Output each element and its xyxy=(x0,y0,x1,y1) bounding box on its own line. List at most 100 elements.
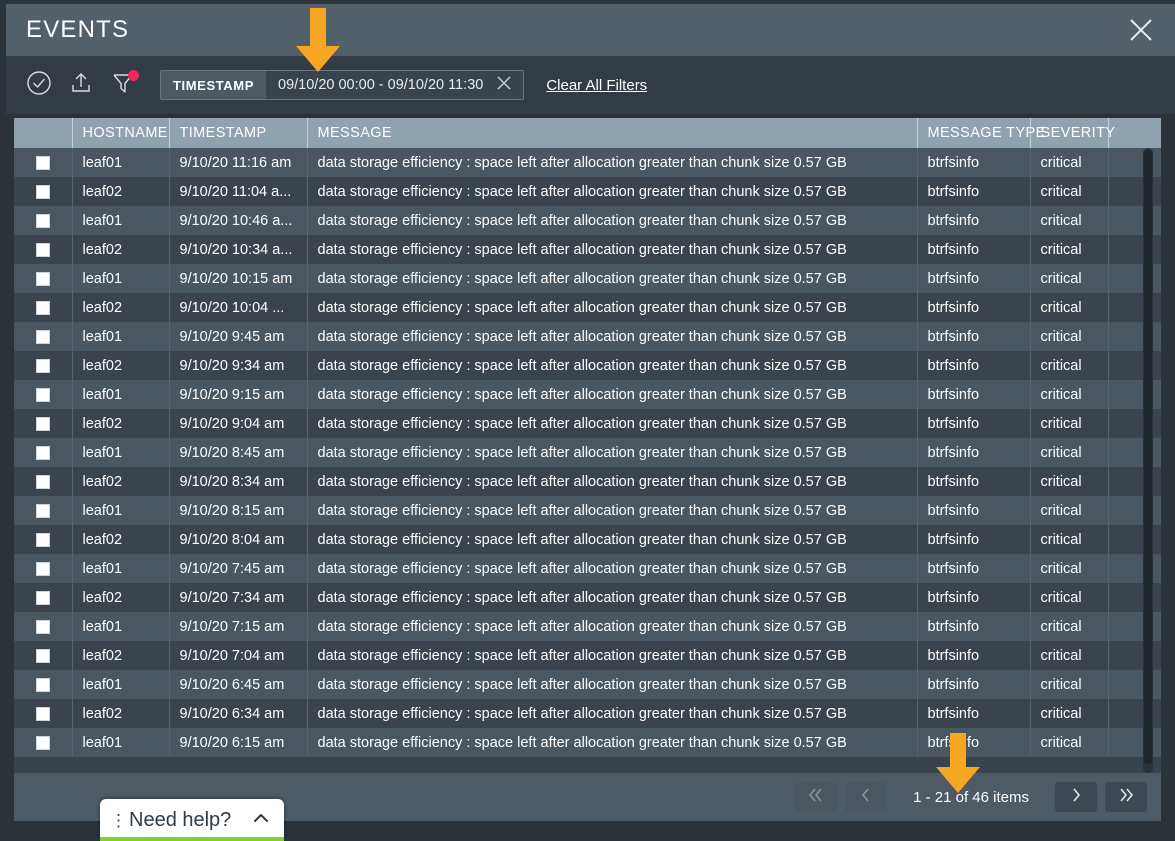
row-checkbox-cell[interactable] xyxy=(14,235,72,264)
filter-button[interactable] xyxy=(104,66,142,104)
timestamp-filter-chip[interactable]: TIMESTAMP 09/10/20 00:00 - 09/10/20 11:3… xyxy=(160,70,524,100)
column-header-checkbox[interactable] xyxy=(14,118,72,148)
filter-chip-value: 09/10/20 00:00 - 09/10/20 11:30 xyxy=(278,77,483,93)
table-row[interactable]: leaf029/10/20 6:34 amdata storage effici… xyxy=(14,699,1161,728)
row-checkbox[interactable] xyxy=(36,562,50,576)
acknowledge-check-button[interactable] xyxy=(20,66,58,104)
chevron-up-icon[interactable] xyxy=(250,807,272,834)
row-checkbox[interactable] xyxy=(36,620,50,634)
next-page-button[interactable] xyxy=(1055,782,1097,812)
row-checkbox-cell[interactable] xyxy=(14,322,72,351)
previous-page-button[interactable] xyxy=(845,782,887,812)
column-header-message-type[interactable]: MESSAGE TYPE xyxy=(917,118,1030,148)
row-checkbox[interactable] xyxy=(36,504,50,518)
cell-timestamp: 9/10/20 6:34 am xyxy=(169,699,307,728)
clear-all-filters-link[interactable]: Clear All Filters xyxy=(546,77,647,94)
column-header-hostname[interactable]: HOSTNAME xyxy=(72,118,169,148)
row-checkbox-cell[interactable] xyxy=(14,148,72,177)
close-icon xyxy=(495,74,513,96)
cell-message: data storage efficiency : space left aft… xyxy=(307,409,917,438)
row-checkbox-cell[interactable] xyxy=(14,467,72,496)
column-header-timestamp[interactable]: TIMESTAMP xyxy=(169,118,307,148)
row-checkbox[interactable] xyxy=(36,330,50,344)
scrollbar-thumb[interactable] xyxy=(1144,150,1152,764)
row-checkbox[interactable] xyxy=(36,417,50,431)
cell-severity: critical xyxy=(1030,728,1108,757)
cell-hostname: leaf01 xyxy=(72,612,169,641)
row-checkbox[interactable] xyxy=(36,649,50,663)
row-checkbox-cell[interactable] xyxy=(14,177,72,206)
table-row[interactable]: leaf019/10/20 9:15 amdata storage effici… xyxy=(14,380,1161,409)
cell-hostname: leaf02 xyxy=(72,409,169,438)
row-checkbox[interactable] xyxy=(36,156,50,170)
row-checkbox-cell[interactable] xyxy=(14,264,72,293)
row-checkbox-cell[interactable] xyxy=(14,351,72,380)
cell-severity: critical xyxy=(1030,612,1108,641)
first-page-button[interactable] xyxy=(795,782,837,812)
cell-hostname: leaf01 xyxy=(72,322,169,351)
close-button[interactable] xyxy=(1121,10,1161,50)
row-checkbox-cell[interactable] xyxy=(14,583,72,612)
row-checkbox-cell[interactable] xyxy=(14,554,72,583)
table-row[interactable]: leaf019/10/20 10:15 amdata storage effic… xyxy=(14,264,1161,293)
column-header-message[interactable]: MESSAGE xyxy=(307,118,917,148)
row-checkbox[interactable] xyxy=(36,359,50,373)
row-checkbox[interactable] xyxy=(36,272,50,286)
row-checkbox[interactable] xyxy=(36,678,50,692)
need-help-widget[interactable]: ⋮ Need help? xyxy=(100,799,284,841)
table-header: HOSTNAME TIMESTAMP MESSAGE MESSAGE TYPE … xyxy=(14,118,1161,148)
table-row[interactable]: leaf019/10/20 9:45 amdata storage effici… xyxy=(14,322,1161,351)
last-page-button[interactable] xyxy=(1105,782,1147,812)
table-row[interactable]: leaf029/10/20 7:34 amdata storage effici… xyxy=(14,583,1161,612)
row-checkbox[interactable] xyxy=(36,475,50,489)
table-row[interactable]: leaf019/10/20 8:15 amdata storage effici… xyxy=(14,496,1161,525)
row-checkbox[interactable] xyxy=(36,446,50,460)
cell-timestamp: 9/10/20 9:04 am xyxy=(169,409,307,438)
table-row[interactable]: leaf029/10/20 8:04 amdata storage effici… xyxy=(14,525,1161,554)
table-row[interactable]: leaf029/10/20 11:04 a...data storage eff… xyxy=(14,177,1161,206)
row-checkbox[interactable] xyxy=(36,591,50,605)
remove-filter-button[interactable] xyxy=(491,71,517,99)
cell-message: data storage efficiency : space left aft… xyxy=(307,351,917,380)
table-row[interactable]: leaf019/10/20 8:45 amdata storage effici… xyxy=(14,438,1161,467)
row-checkbox[interactable] xyxy=(36,214,50,228)
kebab-menu-icon[interactable]: ⋮ xyxy=(110,812,126,829)
table-row[interactable]: leaf019/10/20 7:45 amdata storage effici… xyxy=(14,554,1161,583)
row-checkbox-cell[interactable] xyxy=(14,699,72,728)
row-checkbox[interactable] xyxy=(36,736,50,750)
table-row[interactable]: leaf019/10/20 6:15 amdata storage effici… xyxy=(14,728,1161,757)
row-checkbox-cell[interactable] xyxy=(14,496,72,525)
table-row[interactable]: leaf019/10/20 10:46 a...data storage eff… xyxy=(14,206,1161,235)
table-row[interactable]: leaf019/10/20 7:15 amdata storage effici… xyxy=(14,612,1161,641)
row-checkbox[interactable] xyxy=(36,707,50,721)
row-checkbox[interactable] xyxy=(36,243,50,257)
row-checkbox-cell[interactable] xyxy=(14,206,72,235)
need-help-accent-bar xyxy=(100,837,284,841)
row-checkbox[interactable] xyxy=(36,185,50,199)
table-vertical-scrollbar[interactable] xyxy=(1143,148,1153,773)
row-checkbox-cell[interactable] xyxy=(14,728,72,757)
row-checkbox-cell[interactable] xyxy=(14,293,72,322)
row-checkbox-cell[interactable] xyxy=(14,438,72,467)
row-checkbox-cell[interactable] xyxy=(14,641,72,670)
row-checkbox[interactable] xyxy=(36,301,50,315)
table-row[interactable]: leaf019/10/20 6:45 amdata storage effici… xyxy=(14,670,1161,699)
row-checkbox-cell[interactable] xyxy=(14,612,72,641)
export-button[interactable] xyxy=(62,66,100,104)
table-row[interactable]: leaf029/10/20 9:04 amdata storage effici… xyxy=(14,409,1161,438)
cell-severity: critical xyxy=(1030,235,1108,264)
row-checkbox-cell[interactable] xyxy=(14,525,72,554)
table-row[interactable]: leaf029/10/20 10:04 ...data storage effi… xyxy=(14,293,1161,322)
table-row[interactable]: leaf029/10/20 10:34 a...data storage eff… xyxy=(14,235,1161,264)
row-checkbox-cell[interactable] xyxy=(14,409,72,438)
row-checkbox-cell[interactable] xyxy=(14,670,72,699)
table-row[interactable]: leaf029/10/20 7:04 amdata storage effici… xyxy=(14,641,1161,670)
table-row[interactable]: leaf029/10/20 8:34 amdata storage effici… xyxy=(14,467,1161,496)
column-header-severity[interactable]: SEVERITY xyxy=(1030,118,1108,148)
row-checkbox[interactable] xyxy=(36,533,50,547)
cell-message: data storage efficiency : space left aft… xyxy=(307,293,917,322)
row-checkbox-cell[interactable] xyxy=(14,380,72,409)
row-checkbox[interactable] xyxy=(36,388,50,402)
table-row[interactable]: leaf029/10/20 9:34 amdata storage effici… xyxy=(14,351,1161,380)
table-row[interactable]: leaf019/10/20 11:16 amdata storage effic… xyxy=(14,148,1161,177)
